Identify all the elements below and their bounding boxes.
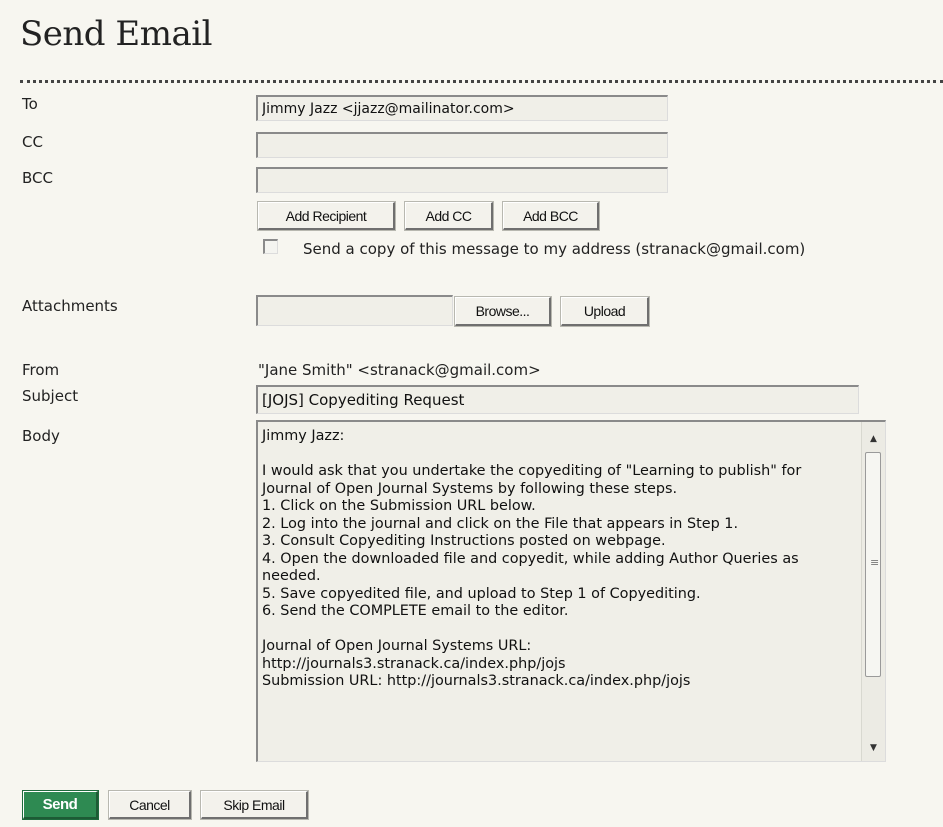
body-label: Body xyxy=(22,427,60,445)
scroll-down-arrow-icon[interactable]: ▼ xyxy=(862,737,885,759)
to-label: To xyxy=(22,95,38,113)
scroll-thumb[interactable]: ≡ xyxy=(865,452,881,677)
browse-button[interactable]: Browse... xyxy=(454,296,552,327)
scroll-grip-icon: ≡ xyxy=(870,556,880,569)
send-button[interactable]: Send xyxy=(22,790,99,820)
scroll-up-arrow-icon[interactable]: ▲ xyxy=(862,428,885,450)
title-divider xyxy=(20,80,943,83)
bcc-field[interactable] xyxy=(256,167,668,193)
attachments-label: Attachments xyxy=(22,297,118,315)
from-label: From xyxy=(22,361,60,379)
body-text[interactable]: Jimmy Jazz: I would ask that you underta… xyxy=(262,428,854,691)
from-value: "Jane Smith" <stranack@gmail.com> xyxy=(258,361,541,379)
add-bcc-button[interactable]: Add BCC xyxy=(502,201,600,231)
add-recipient-button[interactable]: Add Recipient xyxy=(257,201,396,231)
subject-field[interactable] xyxy=(256,385,859,414)
attachment-file-field[interactable] xyxy=(256,295,453,326)
to-field[interactable] xyxy=(256,95,668,121)
upload-button[interactable]: Upload xyxy=(560,296,650,327)
page-title: Send Email xyxy=(20,14,212,54)
skip-email-button[interactable]: Skip Email xyxy=(200,790,309,820)
cc-label: CC xyxy=(22,133,43,151)
cc-field[interactable] xyxy=(256,132,668,158)
send-copy-label: Send a copy of this message to my addres… xyxy=(303,240,806,258)
bcc-label: BCC xyxy=(22,169,53,187)
cancel-button[interactable]: Cancel xyxy=(108,790,192,820)
body-scrollbar[interactable]: ▲ ≡ ▼ xyxy=(861,422,885,761)
send-copy-checkbox[interactable] xyxy=(263,239,278,254)
subject-label: Subject xyxy=(22,387,79,405)
body-textarea[interactable]: Jimmy Jazz: I would ask that you underta… xyxy=(256,420,886,762)
add-cc-button[interactable]: Add CC xyxy=(404,201,494,231)
